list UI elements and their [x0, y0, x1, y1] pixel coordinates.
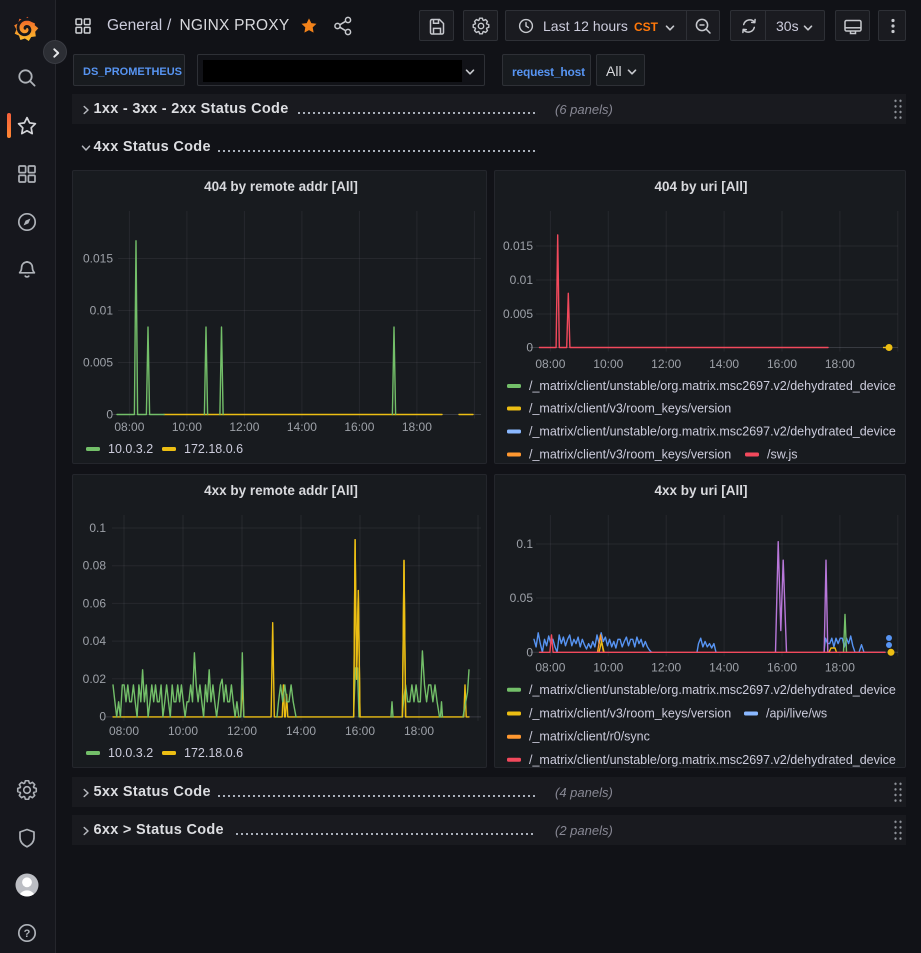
svg-text:12:00: 12:00	[651, 661, 681, 675]
svg-text:0.04: 0.04	[83, 634, 107, 648]
svg-text:/_matrix/client/v3/room_keys/v: /_matrix/client/v3/room_keys/version	[529, 448, 731, 462]
svg-text:?: ?	[24, 928, 31, 940]
svg-text:08:00: 08:00	[114, 420, 144, 434]
svg-text:0.015: 0.015	[503, 239, 533, 253]
svg-text:08:00: 08:00	[535, 661, 565, 675]
svg-text:14:00: 14:00	[286, 724, 316, 738]
svg-text:404 by uri [All]: 404 by uri [All]	[654, 179, 747, 194]
svg-text:10:00: 10:00	[593, 357, 623, 371]
svg-text:18:00: 18:00	[404, 724, 434, 738]
svg-text:12:00: 12:00	[651, 357, 681, 371]
svg-text:4xx by uri [All]: 4xx by uri [All]	[654, 483, 747, 498]
svg-text:08:00: 08:00	[535, 357, 565, 371]
svg-text:16:00: 16:00	[344, 420, 374, 434]
svg-text:10:00: 10:00	[168, 724, 198, 738]
svg-text:/_matrix/client/unstable/org.m: /_matrix/client/unstable/org.matrix.msc2…	[529, 683, 896, 697]
svg-text:172.18.0.6: 172.18.0.6	[184, 442, 243, 456]
svg-text:16:00: 16:00	[767, 357, 797, 371]
svg-text:0.01: 0.01	[90, 304, 114, 318]
svg-text:0.005: 0.005	[503, 307, 533, 321]
svg-text:0.06: 0.06	[83, 596, 107, 610]
svg-text:0.005: 0.005	[83, 356, 113, 370]
svg-text:18:00: 18:00	[825, 357, 855, 371]
svg-text:/_matrix/client/r0/sync: /_matrix/client/r0/sync	[529, 730, 650, 744]
svg-text:0.08: 0.08	[83, 559, 107, 573]
svg-text:0.1: 0.1	[516, 537, 533, 551]
svg-text:0.1: 0.1	[89, 521, 106, 535]
svg-text:14:00: 14:00	[709, 661, 739, 675]
svg-text:10:00: 10:00	[172, 420, 202, 434]
svg-text:12:00: 12:00	[227, 724, 257, 738]
svg-text:/_matrix/client/v3/room_keys/v: /_matrix/client/v3/room_keys/version	[529, 707, 731, 721]
svg-text:16:00: 16:00	[767, 661, 797, 675]
svg-text:/_matrix/client/unstable/org.m: /_matrix/client/unstable/org.matrix.msc2…	[529, 753, 896, 767]
svg-text:14:00: 14:00	[287, 420, 317, 434]
svg-text:/sw.js: /sw.js	[767, 448, 798, 462]
svg-text:18:00: 18:00	[402, 420, 432, 434]
svg-text:/api/live/ws: /api/live/ws	[766, 707, 827, 721]
svg-text:10:00: 10:00	[593, 661, 623, 675]
svg-text:0.05: 0.05	[510, 591, 534, 605]
svg-text:/_matrix/client/v3/room_keys/v: /_matrix/client/v3/room_keys/version	[529, 402, 731, 416]
svg-text:4xx by remote addr [All]: 4xx by remote addr [All]	[204, 483, 358, 498]
svg-text:/_matrix/client/unstable/org.m: /_matrix/client/unstable/org.matrix.msc2…	[529, 379, 896, 393]
svg-text:172.18.0.6: 172.18.0.6	[184, 746, 243, 760]
svg-text:/_matrix/client/unstable/org.m: /_matrix/client/unstable/org.matrix.msc2…	[529, 425, 896, 439]
svg-text:0.01: 0.01	[510, 273, 534, 287]
svg-text:404 by remote addr [All]: 404 by remote addr [All]	[204, 179, 358, 194]
svg-text:0.015: 0.015	[83, 252, 113, 266]
svg-text:18:00: 18:00	[825, 661, 855, 675]
svg-text:12:00: 12:00	[229, 420, 259, 434]
svg-text:14:00: 14:00	[709, 357, 739, 371]
svg-text:0.02: 0.02	[83, 672, 107, 686]
svg-text:16:00: 16:00	[345, 724, 375, 738]
svg-text:0: 0	[99, 710, 106, 724]
svg-text:10.0.3.2: 10.0.3.2	[108, 746, 153, 760]
svg-text:10.0.3.2: 10.0.3.2	[108, 442, 153, 456]
svg-text:08:00: 08:00	[109, 724, 139, 738]
